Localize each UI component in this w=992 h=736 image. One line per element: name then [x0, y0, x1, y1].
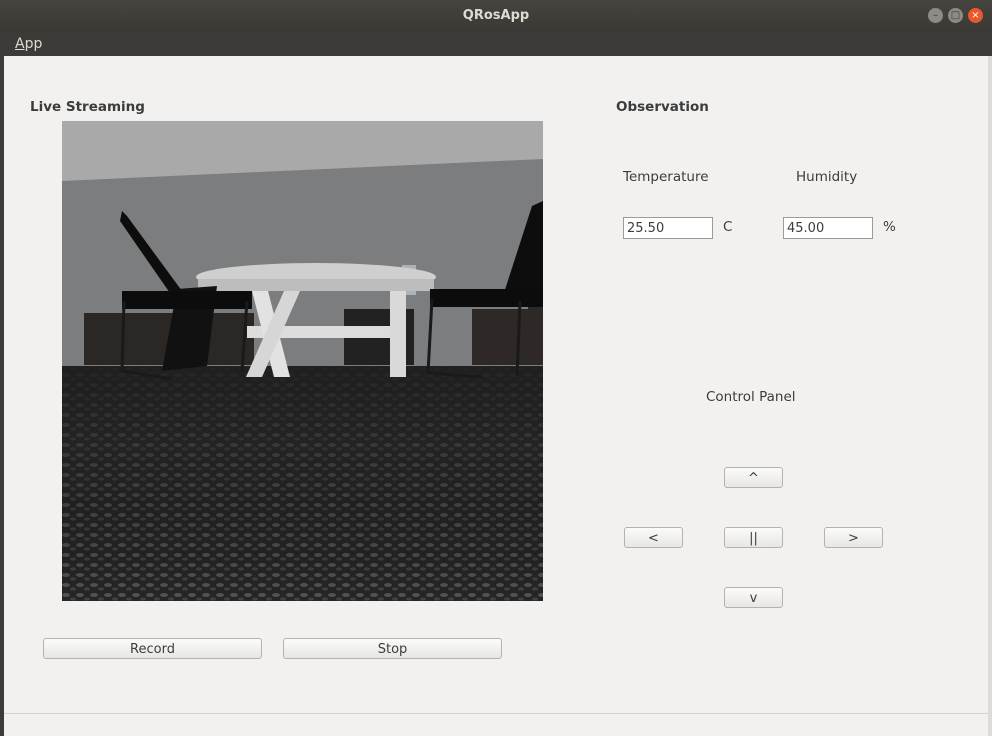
- live-stream-view: [62, 121, 543, 601]
- menu-app-mnemonic: A: [15, 36, 25, 52]
- window-frame-right: [988, 56, 992, 736]
- status-divider: [4, 713, 988, 714]
- humidity-unit: %: [883, 219, 896, 235]
- menu-app[interactable]: App: [15, 36, 42, 52]
- control-panel-label: Control Panel: [706, 389, 796, 405]
- temperature-label: Temperature: [623, 169, 709, 185]
- move-backward-button[interactable]: v: [724, 587, 783, 608]
- turn-left-button[interactable]: <: [624, 527, 683, 548]
- temperature-unit: C: [723, 219, 733, 235]
- humidity-label: Humidity: [796, 169, 858, 185]
- observation-heading: Observation: [616, 99, 709, 115]
- camera-frame-image: [62, 121, 543, 601]
- title-bar[interactable]: QRosApp – □ ×: [0, 0, 992, 32]
- move-forward-button[interactable]: ^: [724, 467, 783, 488]
- stop-recording-button[interactable]: Stop: [283, 638, 502, 659]
- minimize-button[interactable]: –: [928, 8, 943, 23]
- menu-bar: App: [0, 32, 992, 56]
- humidity-field[interactable]: [783, 217, 873, 239]
- menu-app-label: pp: [24, 36, 43, 52]
- live-streaming-heading: Live Streaming: [30, 99, 145, 115]
- maximize-button[interactable]: □: [948, 8, 963, 23]
- record-button[interactable]: Record: [43, 638, 262, 659]
- turn-right-button[interactable]: >: [824, 527, 883, 548]
- stop-motion-button[interactable]: ||: [724, 527, 783, 548]
- close-button[interactable]: ×: [968, 8, 983, 23]
- temperature-field[interactable]: [623, 217, 713, 239]
- window-title: QRosApp: [462, 8, 530, 23]
